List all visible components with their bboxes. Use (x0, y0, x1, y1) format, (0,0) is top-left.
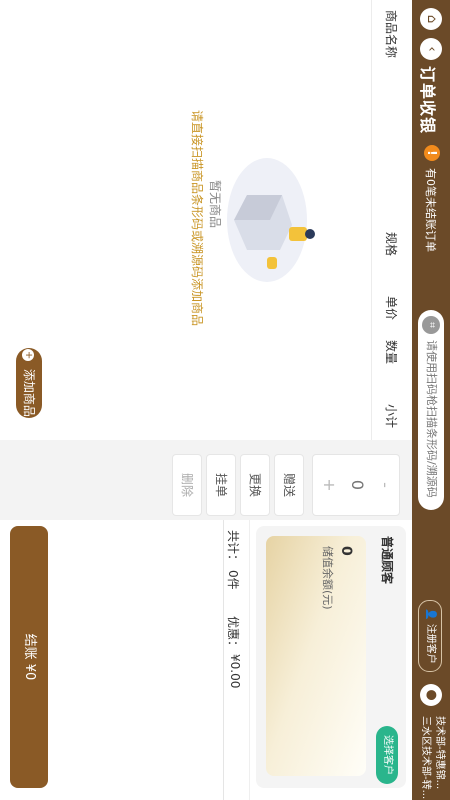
user-add-icon: 👤 (425, 608, 436, 621)
customer-card: 普通顾客 选择客户 0 储值余额(元) (256, 526, 406, 788)
count-label: 共计： (226, 530, 240, 567)
count-value: 0件 (226, 570, 240, 590)
select-customer-button[interactable]: 选择客户 (376, 726, 398, 784)
page-title: 订单收银 (418, 66, 437, 135)
divider (249, 520, 250, 800)
store-info[interactable]: 技术部-特惠锦... 三水区技术部-转... (418, 716, 446, 799)
change-button[interactable]: 更换 (240, 454, 270, 516)
add-product-label: 添加商品 (22, 368, 36, 417)
customer-type: 普通顾客 (380, 536, 394, 585)
quantity-value: 0 (348, 479, 367, 491)
warning-icon: ! (424, 145, 440, 161)
back-icon[interactable]: ‹ (420, 38, 442, 60)
register-customer-button[interactable]: 👤 注册客户 (418, 600, 442, 672)
table-header: 商品名称 规格 单价 数量 小计 (371, 0, 412, 440)
gift-button[interactable]: 赠送 (274, 454, 304, 516)
customer-checkout-panel: 普通顾客 选择客户 0 储值余额(元) 共计： 0件 优惠： ¥0.00 结账 … (0, 520, 412, 800)
col-subtotal: 小计 (384, 404, 398, 429)
search-placeholder: 请使用扫码枪扫描条形码/溯源码 (425, 340, 438, 498)
stored-balance: 0 (338, 546, 354, 556)
home-icon[interactable]: ⌂ (420, 8, 442, 30)
col-qty: 数量 (384, 340, 398, 365)
item-controls: - 0 + 赠送 更换 挂单 删除 (0, 440, 412, 520)
discount-label: 优惠： (226, 616, 240, 653)
pos-screen: ⌂ ‹ 订单收银 ! 有0笔未结账订单 ⌗ 请使用扫码枪扫描条形码/溯源码 👤 … (0, 0, 450, 800)
col-name: 商品名称 (384, 10, 398, 59)
increment-button[interactable]: + (320, 455, 339, 515)
col-price: 单价 (384, 296, 398, 321)
stored-value-card: 0 储值余额(元) (266, 536, 366, 776)
empty-illustration (227, 158, 315, 282)
stored-balance-label: 储值余额(元) (321, 546, 334, 610)
empty-hint: 请直接扫描商品条形码或溯源码添加商品 (190, 110, 204, 327)
store-branch: 三水区技术部-转... (420, 716, 431, 800)
unsettled-orders-link[interactable]: 有0笔未结账订单 (423, 168, 439, 252)
delete-button[interactable]: 删除 (172, 454, 202, 516)
empty-title: 暂无商品 (208, 180, 222, 229)
hold-order-button[interactable]: 挂单 (206, 454, 236, 516)
user-icon[interactable]: ● (420, 684, 442, 706)
quantity-stepper[interactable]: - 0 + (312, 454, 400, 516)
barcode-search-input[interactable]: ⌗ 请使用扫码枪扫描条形码/溯源码 (418, 310, 444, 510)
register-label: 注册客户 (425, 623, 436, 664)
divider (223, 520, 224, 800)
col-spec: 规格 (384, 232, 398, 257)
store-name: 技术部-特惠锦... (434, 716, 445, 790)
discount-value: ¥0.00 (228, 654, 242, 689)
checkout-button[interactable]: 结账 ¥0 (10, 526, 48, 788)
product-list-panel: 商品名称 规格 单价 数量 小计 暂无商品 请直接扫描商品条形码或溯源码添加商品… (0, 0, 412, 440)
app-header: ⌂ ‹ 订单收银 ! 有0笔未结账订单 ⌗ 请使用扫码枪扫描条形码/溯源码 👤 … (412, 0, 450, 800)
decrement-button[interactable]: - (376, 455, 395, 515)
plus-icon: + (22, 349, 35, 362)
scan-icon[interactable]: ⌗ (422, 316, 440, 334)
add-product-button[interactable]: + 添加商品 (16, 348, 42, 418)
